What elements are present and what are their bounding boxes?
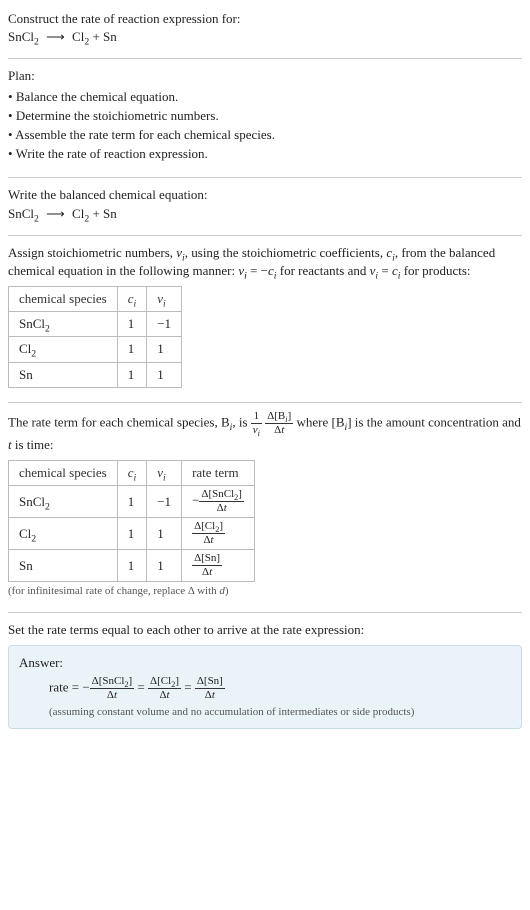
table-row: Sn 1 1: [9, 362, 182, 387]
cell-vi: 1: [147, 337, 182, 362]
col-vi: νi: [147, 461, 182, 486]
cell-ci: 1: [117, 362, 147, 387]
plan-heading: Plan:: [8, 67, 522, 85]
cell-species: SnCl2: [9, 486, 118, 518]
divider: [8, 177, 522, 178]
col-ci: ci: [117, 461, 147, 486]
col-ci: ci: [117, 287, 147, 312]
answer-box: Answer: rate = −Δ[SnCl2]Δt = Δ[Cl2]Δt = …: [8, 645, 522, 730]
cell-vi: 1: [147, 550, 182, 582]
final-block: Set the rate terms equal to each other t…: [8, 617, 522, 738]
col-species: chemical species: [9, 287, 118, 312]
rateterm-intro: The rate term for each chemical species,…: [8, 411, 522, 454]
prompt-equation: SnCl2 ⟶ Cl2 + Sn: [8, 28, 522, 46]
balanced-block: Write the balanced chemical equation: Sn…: [8, 182, 522, 230]
answer-rate: rate = −Δ[SnCl2]Δt = Δ[Cl2]Δt = Δ[Sn]Δt: [19, 676, 511, 701]
cell-ci: 1: [117, 518, 147, 550]
cell-vi: −1: [147, 312, 182, 337]
rateterm-block: The rate term for each chemical species,…: [8, 407, 522, 608]
table-row: SnCl2 1 −1: [9, 312, 182, 337]
rateterm-table: chemical species ci νi rate term SnCl2 1…: [8, 460, 255, 582]
col-vi: νi: [147, 287, 182, 312]
plan-item: Balance the chemical equation.: [8, 88, 522, 106]
cell-species: Sn: [9, 550, 118, 582]
answer-note: (assuming constant volume and no accumul…: [19, 705, 511, 720]
balanced-heading: Write the balanced chemical equation:: [8, 186, 522, 204]
cell-vi: −1: [147, 486, 182, 518]
cell-ci: 1: [117, 312, 147, 337]
rateterm-note: (for infinitesimal rate of change, repla…: [8, 584, 522, 599]
table-row: Cl2 1 1 Δ[Cl2]Δt: [9, 518, 255, 550]
plan-item: Assemble the rate term for each chemical…: [8, 126, 522, 144]
divider: [8, 612, 522, 613]
prompt-block: Construct the rate of reaction expressio…: [8, 6, 522, 54]
plan-item: Determine the stoichiometric numbers.: [8, 107, 522, 125]
cell-species: Cl2: [9, 337, 118, 362]
cell-rate: Δ[Sn]Δt: [182, 550, 255, 582]
prompt-line: Construct the rate of reaction expressio…: [8, 10, 522, 28]
stoich-intro: Assign stoichiometric numbers, νi, using…: [8, 244, 522, 280]
cell-ci: 1: [117, 550, 147, 582]
answer-label: Answer:: [19, 654, 511, 672]
cell-species: Sn: [9, 362, 118, 387]
col-species: chemical species: [9, 461, 118, 486]
cell-rate: Δ[Cl2]Δt: [182, 518, 255, 550]
table-row: SnCl2 1 −1 −Δ[SnCl2]Δt: [9, 486, 255, 518]
plan-list: Balance the chemical equation. Determine…: [8, 88, 522, 164]
cell-ci: 1: [117, 337, 147, 362]
divider: [8, 235, 522, 236]
balanced-equation: SnCl2 ⟶ Cl2 + Sn: [8, 205, 522, 223]
col-rate: rate term: [182, 461, 255, 486]
divider: [8, 402, 522, 403]
cell-vi: 1: [147, 362, 182, 387]
cell-species: SnCl2: [9, 312, 118, 337]
cell-species: Cl2: [9, 518, 118, 550]
table-row: Sn 1 1 Δ[Sn]Δt: [9, 550, 255, 582]
stoich-block: Assign stoichiometric numbers, νi, using…: [8, 240, 522, 398]
cell-ci: 1: [117, 486, 147, 518]
plan-block: Plan: Balance the chemical equation. Det…: [8, 63, 522, 173]
table-header-row: chemical species ci νi rate term: [9, 461, 255, 486]
final-heading: Set the rate terms equal to each other t…: [8, 621, 522, 639]
divider: [8, 58, 522, 59]
table-row: Cl2 1 1: [9, 337, 182, 362]
cell-vi: 1: [147, 518, 182, 550]
stoich-table: chemical species ci νi SnCl2 1 −1 Cl2 1 …: [8, 286, 182, 388]
plan-item: Write the rate of reaction expression.: [8, 145, 522, 163]
table-header-row: chemical species ci νi: [9, 287, 182, 312]
cell-rate: −Δ[SnCl2]Δt: [182, 486, 255, 518]
